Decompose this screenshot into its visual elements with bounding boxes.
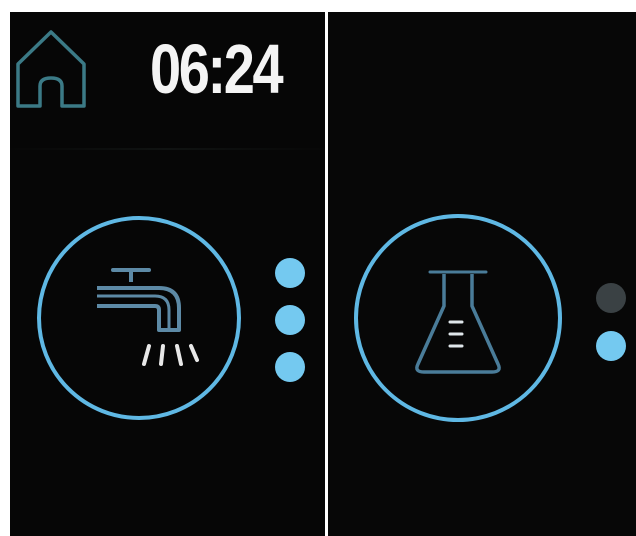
home-icon <box>16 30 86 108</box>
clock-time: 06:24 <box>150 30 284 108</box>
device-screen-right <box>328 12 636 536</box>
page-indicator-dot[interactable] <box>275 258 305 288</box>
faucet-icon <box>97 268 199 366</box>
header-divider <box>10 148 325 150</box>
page-indicator-dot[interactable] <box>596 331 626 361</box>
page-indicator-dot[interactable] <box>275 352 305 382</box>
page-indicator-dot[interactable] <box>275 305 305 335</box>
flask-icon <box>415 270 501 374</box>
home-button[interactable] <box>12 24 90 110</box>
device-screen-left: 06:24 <box>10 12 325 536</box>
page-indicator-dot[interactable] <box>596 283 626 313</box>
water-mode-button[interactable] <box>37 216 241 420</box>
lab-mode-button[interactable] <box>354 214 562 422</box>
photo-frame: 06:24 <box>0 0 636 536</box>
